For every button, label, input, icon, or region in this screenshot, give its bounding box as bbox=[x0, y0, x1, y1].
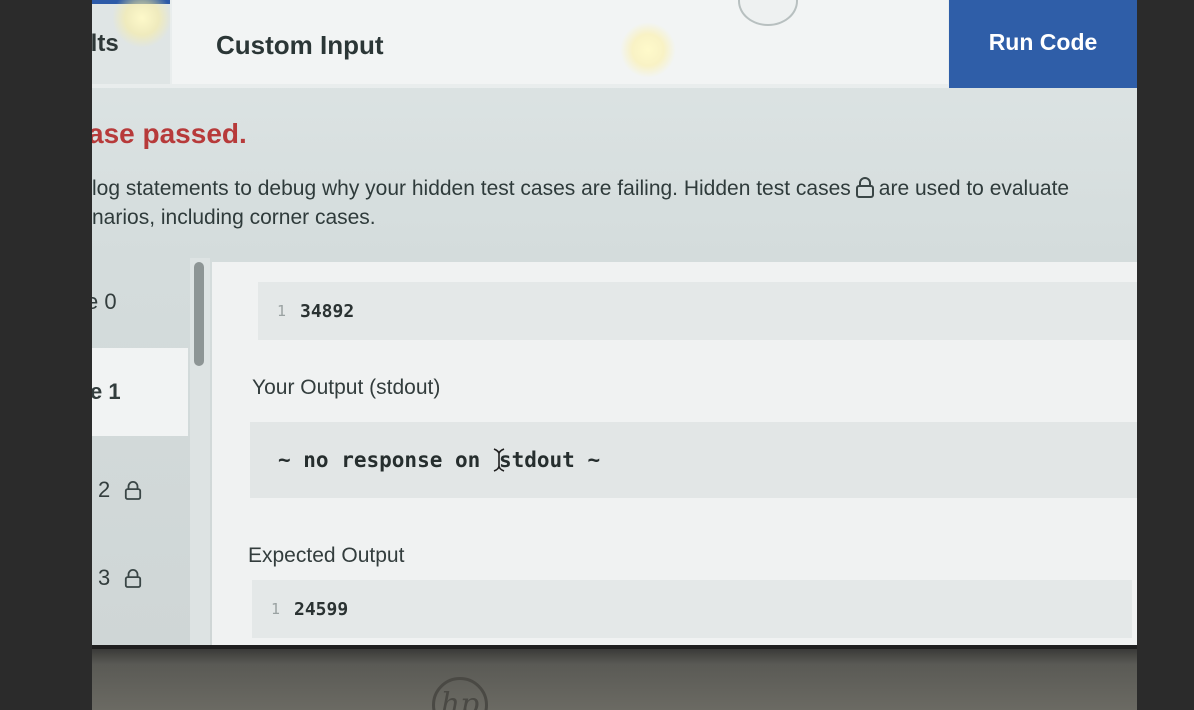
status-description-line1b: are used to evaluate bbox=[878, 177, 1070, 200]
line-number: 1 bbox=[276, 302, 286, 320]
your-output-text-a: ~ no response on bbox=[278, 448, 493, 472]
expected-output-label: Expected Output bbox=[248, 544, 405, 567]
scrollbar-thumb[interactable] bbox=[194, 262, 204, 366]
hp-logo: hp bbox=[432, 677, 488, 710]
expected-output-box: 1 24599 bbox=[252, 580, 1132, 638]
input-value: 34892 bbox=[300, 300, 355, 322]
lock-icon bbox=[125, 569, 142, 588]
test-case-1[interactable]: e 1 bbox=[92, 348, 188, 436]
status-title: ase passed. bbox=[92, 118, 247, 149]
your-output-text-b: stdout ~ bbox=[498, 448, 601, 472]
test-case-detail-panel: 1 34892 Your Output (stdout) ~ no respon… bbox=[212, 262, 1137, 650]
lock-icon bbox=[125, 481, 142, 500]
test-case-label: e 0 bbox=[92, 289, 117, 314]
line-number: 1 bbox=[270, 600, 280, 618]
status-description: log statements to debug why your hidden … bbox=[92, 174, 1137, 232]
test-case-0[interactable]: e 0 bbox=[92, 258, 188, 346]
tab-bar: ılts Custom Input Run Code bbox=[92, 0, 1137, 88]
status-description-line1a: log statements to debug why your hidden … bbox=[92, 177, 851, 200]
tab-custom-input[interactable]: Custom Input bbox=[172, 0, 948, 84]
tab-custom-input-label: Custom Input bbox=[216, 30, 384, 60]
your-output-label: Your Output (stdout) bbox=[252, 376, 441, 399]
screen: ılts Custom Input Run Code ase passed. l… bbox=[92, 0, 1137, 650]
tab-test-results[interactable]: ılts bbox=[92, 0, 170, 84]
monitor-bezel: hp bbox=[92, 645, 1137, 710]
test-case-label: e 1 bbox=[92, 379, 121, 404]
run-code-button[interactable]: Run Code bbox=[949, 0, 1137, 88]
panel-toggle-icon[interactable] bbox=[738, 0, 798, 26]
lock-icon bbox=[855, 177, 874, 198]
test-case-label: 3 bbox=[98, 565, 111, 590]
test-case-3[interactable]: 3 bbox=[92, 534, 188, 622]
tab-test-results-label: ılts bbox=[92, 30, 119, 57]
expected-output-value: 24599 bbox=[294, 598, 349, 620]
input-code-box: 1 34892 bbox=[258, 282, 1137, 340]
status-description-line2: narios, including corner cases. bbox=[92, 206, 376, 229]
tab-active-indicator bbox=[92, 0, 170, 4]
test-case-label: 2 bbox=[98, 477, 111, 502]
your-output-box: ~ no response on stdout ~ bbox=[250, 422, 1137, 498]
test-case-list: e 0 e 1 2 3 bbox=[92, 258, 188, 650]
test-case-2[interactable]: 2 bbox=[92, 446, 188, 534]
